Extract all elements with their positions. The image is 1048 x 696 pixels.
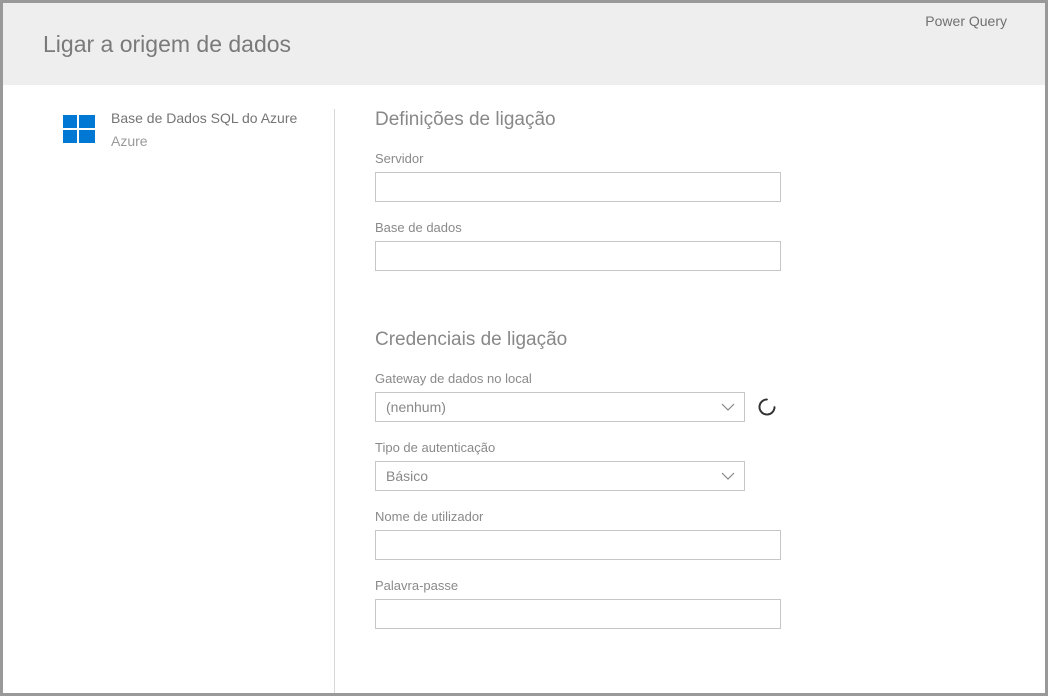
username-label: Nome de utilizador [375, 509, 1005, 524]
database-input[interactable] [375, 241, 781, 271]
gateway-value: (nenhum) [386, 399, 446, 415]
sidebar-item-subtitle: Azure [111, 133, 297, 149]
server-label: Servidor [375, 151, 1005, 166]
page-title: Ligar a origem de dados [43, 31, 291, 58]
field-database: Base de dados [375, 220, 1005, 271]
auth-value: Básico [386, 468, 428, 484]
windows-icon [61, 111, 97, 147]
field-password: Palavra-passe [375, 578, 1005, 629]
header: Ligar a origem de dados Power Query [3, 3, 1045, 85]
field-gateway: Gateway de dados no local (nenhum) [375, 371, 1005, 422]
auth-label: Tipo de autenticação [375, 440, 1005, 455]
database-label: Base de dados [375, 220, 1005, 235]
password-label: Palavra-passe [375, 578, 1005, 593]
gateway-select[interactable]: (nenhum) [375, 392, 745, 422]
sidebar-item-azure-sql[interactable]: Base de Dados SQL do Azure Azure [61, 109, 314, 149]
password-input[interactable] [375, 599, 781, 629]
gateway-label: Gateway de dados no local [375, 371, 1005, 386]
section-title-connection: Definições de ligação [375, 109, 1005, 131]
field-username: Nome de utilizador [375, 509, 1005, 560]
username-input[interactable] [375, 530, 781, 560]
server-input[interactable] [375, 172, 781, 202]
sidebar-text: Base de Dados SQL do Azure Azure [111, 109, 297, 149]
brand-label: Power Query [925, 13, 1007, 29]
field-server: Servidor [375, 151, 1005, 202]
section-title-credentials: Credenciais de ligação [375, 329, 1005, 351]
main-panel: Definições de ligação Servidor Base de d… [335, 109, 1045, 693]
sidebar-item-title: Base de Dados SQL do Azure [111, 109, 297, 129]
content: Base de Dados SQL do Azure Azure Definiç… [3, 85, 1045, 693]
sidebar: Base de Dados SQL do Azure Azure [3, 109, 335, 693]
refresh-icon[interactable] [757, 397, 777, 417]
field-auth: Tipo de autenticação Básico [375, 440, 1005, 491]
auth-select[interactable]: Básico [375, 461, 745, 491]
